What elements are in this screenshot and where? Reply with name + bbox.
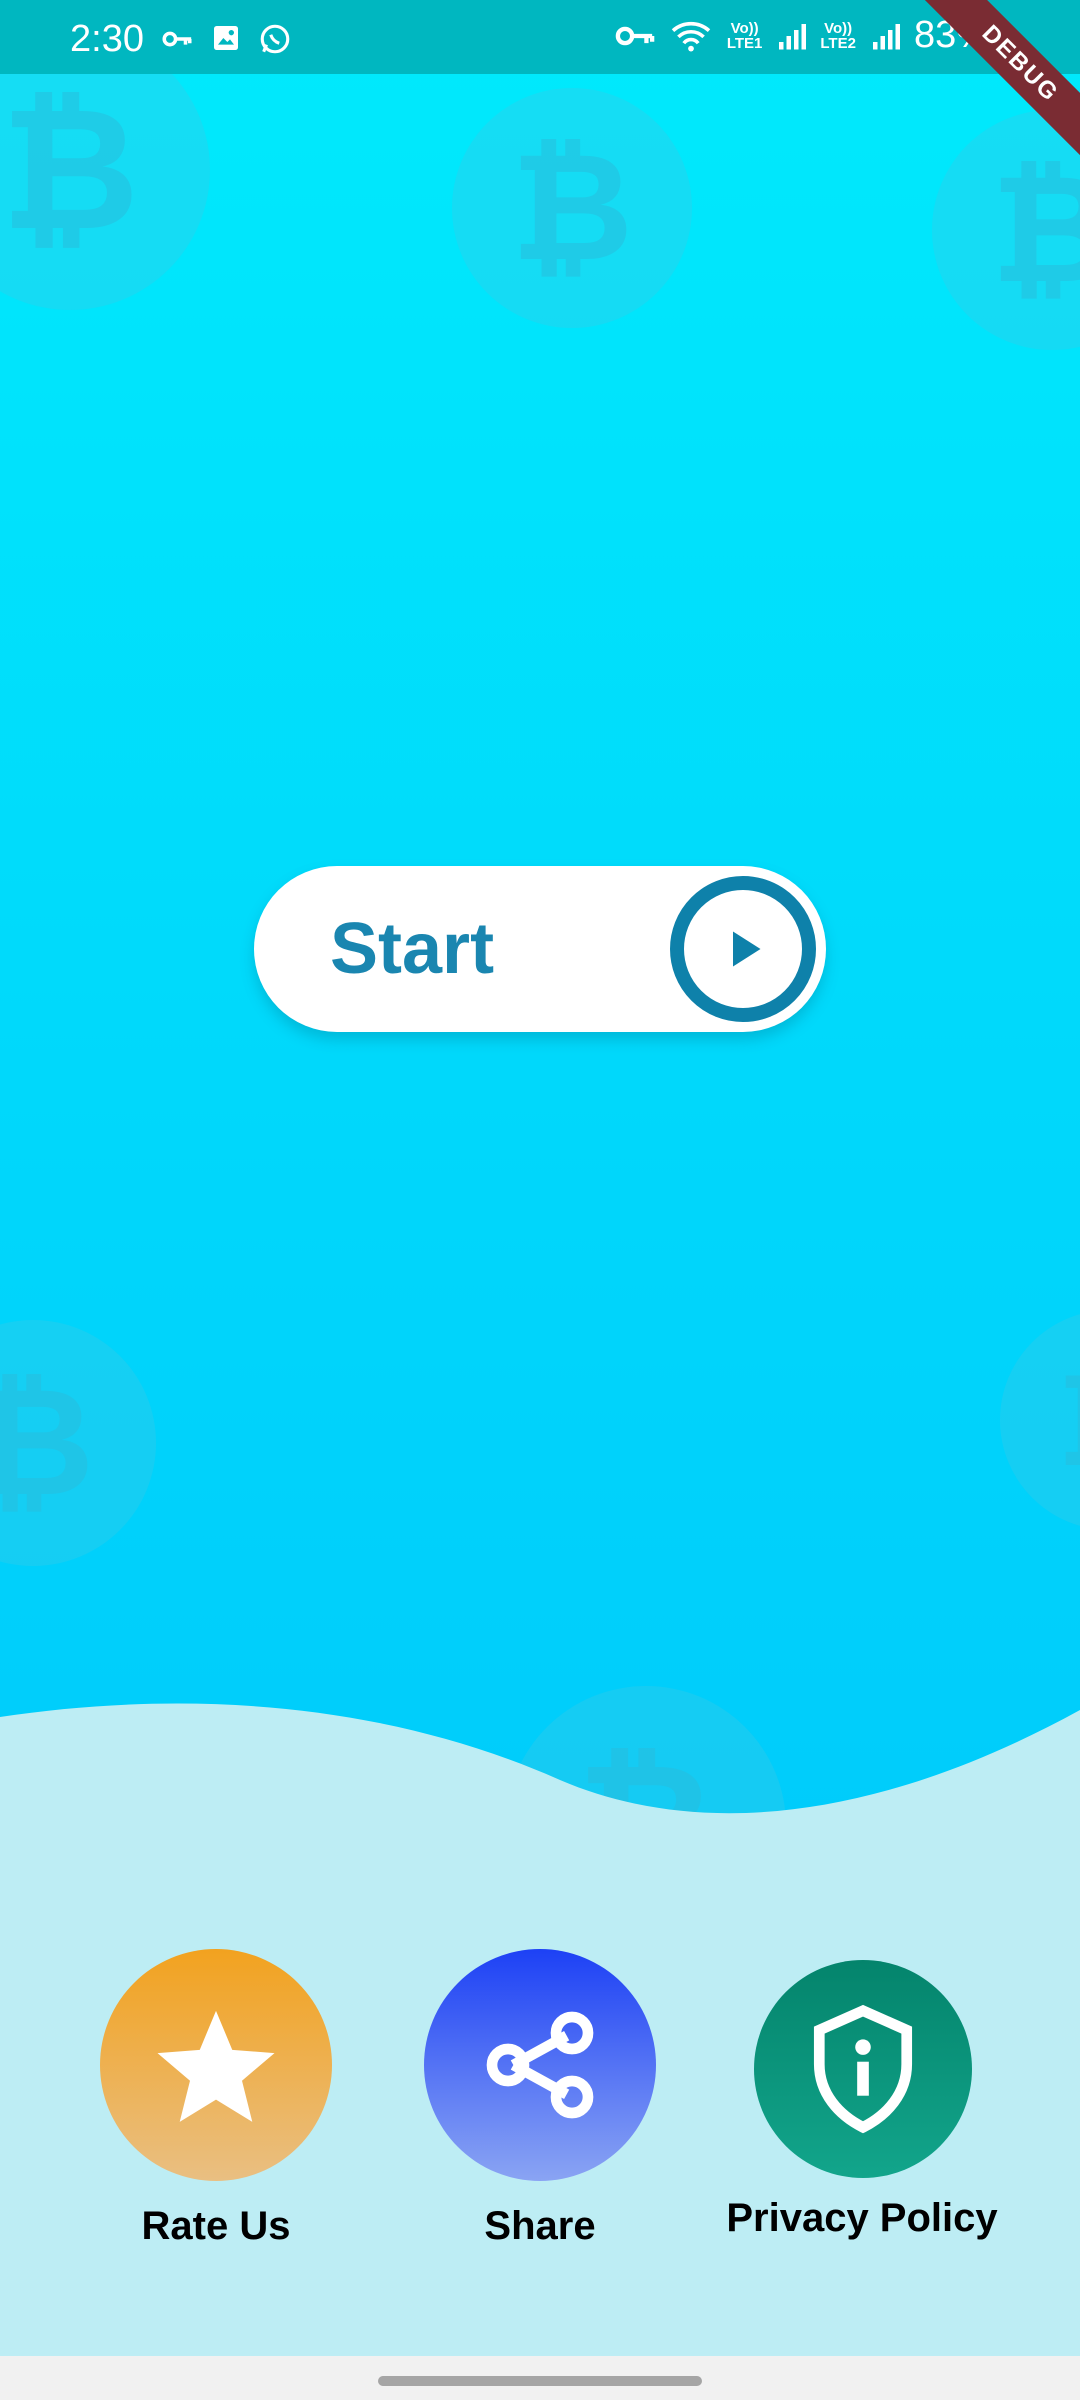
vpn-key-icon: [162, 31, 192, 47]
notification-icons: [160, 22, 292, 56]
navigation-bar: [0, 2356, 1080, 2400]
wifi-icon: [671, 21, 711, 51]
play-icon: [670, 876, 816, 1022]
app-screen: ₿ ₿ ₿ ₿ ₿ ₿ 2:30 Vo))LTE1 Vo))LTE2 83% D…: [0, 0, 1080, 2400]
coin-decoration: ₿: [932, 110, 1080, 350]
home-gesture-handle[interactable]: [378, 2376, 702, 2386]
privacy-policy-button[interactable]: [754, 1960, 972, 2178]
star-icon: [157, 2010, 275, 2122]
signal-icon: [779, 23, 807, 49]
coin-decoration: ₿: [0, 1320, 156, 1566]
rate-us-button[interactable]: [100, 1949, 332, 2181]
privacy-policy-label: Privacy Policy: [726, 2196, 998, 2240]
shield-info-icon: [813, 2004, 913, 2134]
vpn-key-icon: [615, 26, 655, 45]
sim1-indicator: Vo)) LTE1: [726, 19, 763, 52]
sim2-indicator: Vo)) LTE2: [820, 19, 856, 52]
share-button[interactable]: [424, 1949, 656, 2181]
share-icon: [486, 2011, 594, 2119]
coin-decoration: ₿: [1000, 1310, 1080, 1530]
start-button[interactable]: Start: [254, 866, 826, 1032]
coin-decoration: ₿: [452, 88, 692, 328]
start-button-label: Start: [330, 909, 495, 989]
share-label: Share: [484, 2204, 596, 2248]
whatsapp-icon: [260, 24, 290, 54]
status-bar: 2:30 Vo)) LTE1 Vo)) LTE2 83% DEBUG: [0, 0, 1080, 172]
gallery-icon: [214, 26, 238, 50]
status-time: 2:30: [70, 18, 144, 60]
rate-us-label: Rate Us: [141, 2204, 291, 2248]
status-right-group: Vo)) LTE1 Vo)) LTE2 83%: [615, 14, 990, 57]
signal-icon: [872, 23, 900, 49]
